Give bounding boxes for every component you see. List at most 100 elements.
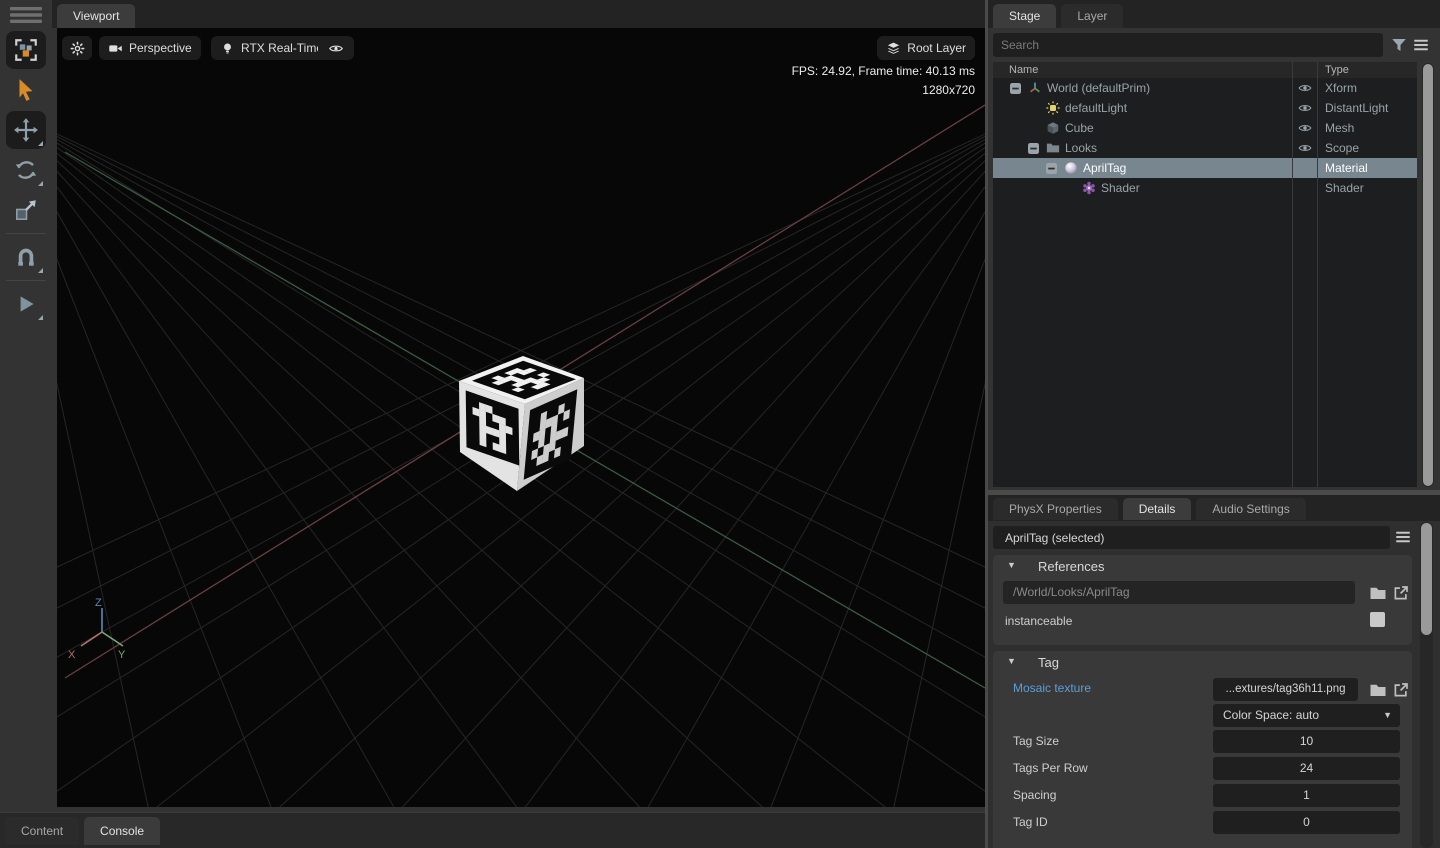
tool-rotate[interactable]: [0, 150, 52, 190]
shader-icon: [1082, 181, 1096, 195]
stage-tree: Name Type World (defaultPrim)Xformdefaul…: [993, 62, 1417, 487]
axis-label-z: Z: [95, 597, 102, 609]
axis-label-y: Y: [118, 649, 126, 661]
cursor-icon: [13, 77, 39, 103]
gear-icon: [70, 41, 85, 56]
visibility-button[interactable]: [318, 36, 354, 60]
properties-tabstrip: PhysX PropertiesDetailsAudio Settings: [988, 495, 1440, 521]
tab-layer[interactable]: Layer: [1061, 4, 1123, 28]
eye-icon[interactable]: [1298, 83, 1312, 93]
visibility-cell[interactable]: [1292, 143, 1317, 153]
root-layer-button[interactable]: Root Layer: [877, 36, 975, 60]
stage-row-shader[interactable]: ShaderShader: [993, 178, 1417, 198]
filter-icon: [1390, 36, 1408, 54]
reference-path-field[interactable]: /World/Looks/AprilTag: [1003, 581, 1355, 604]
folder-icon[interactable]: [1369, 681, 1387, 699]
prim-label: Shader: [1101, 181, 1140, 195]
eye-icon[interactable]: [1298, 123, 1312, 133]
tab-stage[interactable]: Stage: [993, 4, 1056, 28]
eye-icon[interactable]: [1298, 103, 1312, 113]
column-type[interactable]: Type: [1317, 64, 1417, 76]
stage-row-name: AprilTag: [993, 161, 1292, 175]
tool-select-mode[interactable]: [0, 30, 52, 70]
folder-icon[interactable]: [1369, 584, 1387, 602]
stage-scrollbar-thumb[interactable]: [1423, 64, 1433, 486]
viewport-3d-scene: Z X Y: [57, 28, 985, 807]
stage-row-apriltag[interactable]: AprilTagMaterial: [993, 158, 1417, 178]
tab-viewport[interactable]: Viewport: [57, 4, 135, 28]
expander-minus-icon[interactable]: [1028, 143, 1039, 154]
stage-row-name: defaultLight: [993, 101, 1292, 115]
tool-move[interactable]: [0, 110, 52, 150]
column-name[interactable]: Name: [993, 64, 1292, 76]
collapse-triangle-icon[interactable]: ▼: [1007, 560, 1016, 570]
eye-icon: [327, 41, 345, 56]
mosaic-texture-label: Mosaic texture: [1013, 681, 1091, 695]
expander-minus-icon[interactable]: [1010, 83, 1021, 94]
instanceable-label: instanceable: [1005, 614, 1072, 628]
instanceable-checkbox[interactable]: [1370, 612, 1385, 627]
tab-physx-properties[interactable]: PhysX Properties: [993, 498, 1118, 520]
property-value-field[interactable]: 1: [1213, 784, 1400, 807]
mesh-cube-icon: [1046, 121, 1060, 135]
stage-row-defaultlight[interactable]: defaultLightDistantLight: [993, 98, 1417, 118]
references-title: References: [1038, 559, 1104, 574]
collapse-triangle-icon[interactable]: ▼: [1007, 656, 1016, 666]
axis-label-x: X: [68, 649, 76, 661]
distant-light-icon: [1046, 101, 1060, 115]
color-space-dropdown[interactable]: Color Space: auto ▼: [1213, 704, 1400, 727]
tool-scale[interactable]: [0, 190, 52, 230]
tool-select[interactable]: [0, 70, 52, 110]
expander-minus-icon[interactable]: [1046, 163, 1057, 174]
prim-label: defaultLight: [1065, 101, 1127, 115]
tab-audio-settings[interactable]: Audio Settings: [1196, 498, 1305, 520]
magnet-icon: [13, 244, 39, 270]
property-value-field[interactable]: 24: [1213, 757, 1400, 780]
tab-content[interactable]: Content: [5, 817, 79, 845]
stage-row-cube[interactable]: CubeMesh: [993, 118, 1417, 138]
open-external-icon[interactable]: [1392, 681, 1410, 699]
tab-details[interactable]: Details: [1123, 498, 1192, 520]
rotate-icon: [13, 157, 39, 183]
viewport-settings-button[interactable]: [62, 36, 92, 60]
camera-selector-button[interactable]: Perspective: [99, 36, 201, 60]
property-value-field[interactable]: 0: [1213, 811, 1400, 834]
visibility-cell[interactable]: [1292, 123, 1317, 133]
stage-scrollbar[interactable]: [1422, 63, 1434, 487]
properties-scrollbar[interactable]: [1420, 522, 1433, 848]
stage-row-world[interactable]: World (defaultPrim)Xform: [993, 78, 1417, 98]
open-external-icon[interactable]: [1392, 584, 1410, 602]
layers-icon: [886, 41, 901, 56]
tool-play[interactable]: [0, 284, 52, 324]
prim-name-field[interactable]: [993, 526, 1390, 549]
hamburger-icon: [1412, 36, 1430, 54]
search-input[interactable]: [993, 33, 1383, 57]
stage-row-name: Looks: [993, 141, 1292, 155]
visibility-cell[interactable]: [1292, 103, 1317, 113]
stage-row-looks[interactable]: Looks Scope: [993, 138, 1417, 158]
camera-selector-label: Perspective: [129, 41, 192, 55]
move-icon: [13, 117, 39, 143]
eye-icon[interactable]: [1298, 143, 1312, 153]
tag-title: Tag: [1038, 655, 1059, 670]
tool-menu[interactable]: [0, 0, 52, 30]
visibility-cell[interactable]: [1292, 83, 1317, 93]
tab-console[interactable]: Console: [84, 817, 160, 845]
viewport-canvas[interactable]: Z X Y Perspective RTX Real-Time Root Layer…: [57, 28, 985, 807]
tool-snap[interactable]: [0, 237, 52, 277]
prim-options-button[interactable]: [1394, 528, 1412, 546]
prim-type: Scope: [1317, 141, 1417, 155]
tag-group: ▼ Tag Mosaic texture ...extures/tag36h11…: [993, 651, 1412, 848]
filter-button[interactable]: [1390, 36, 1408, 54]
property-value-field[interactable]: 10: [1213, 730, 1400, 753]
stage-tree-header: Name Type: [993, 62, 1417, 78]
renderer-selector-button[interactable]: RTX Real-Time: [211, 36, 332, 60]
stage-row-name: World (defaultPrim): [993, 81, 1292, 95]
mosaic-texture-field[interactable]: ...extures/tag36h11.png: [1213, 678, 1358, 701]
camera-icon: [108, 41, 123, 56]
properties-scrollbar-thumb[interactable]: [1421, 523, 1432, 635]
properties-panel: PhysX PropertiesDetailsAudio Settings ▼ …: [988, 495, 1440, 848]
renderer-selector-label: RTX Real-Time: [241, 41, 323, 55]
stage-options-button[interactable]: [1412, 36, 1430, 54]
bottom-tabbar: ContentConsole: [0, 812, 985, 848]
